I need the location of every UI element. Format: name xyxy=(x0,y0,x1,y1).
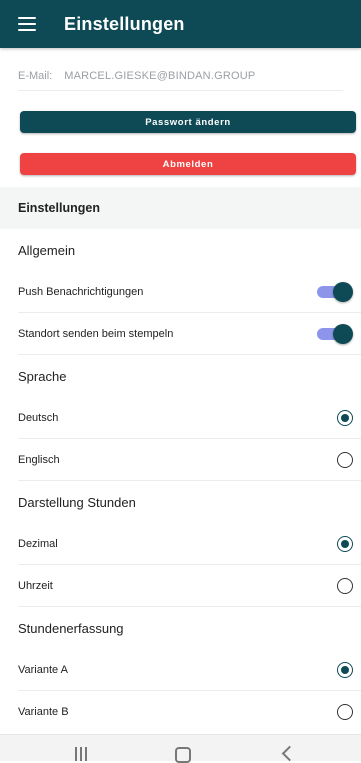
radio-unchecked-icon[interactable] xyxy=(337,578,353,594)
recent-apps-icon[interactable] xyxy=(75,747,89,761)
option-label: Variante B xyxy=(18,706,69,718)
email-value: MARCEL.GIESKE@BINDAN.GROUP xyxy=(64,70,256,82)
option-label: Englisch xyxy=(18,454,60,466)
location-toggle[interactable] xyxy=(317,324,353,344)
group-title-time-tracking: Stundenerfassung xyxy=(18,620,124,636)
radio-checked-icon[interactable] xyxy=(337,536,353,552)
push-notifications-label: Push Benachrichtigungen xyxy=(18,286,144,298)
back-icon[interactable] xyxy=(281,745,298,762)
email-label: E-Mail: xyxy=(18,70,53,82)
home-icon[interactable] xyxy=(175,747,191,763)
settings-list: Allgemein Push Benachrichtigungen Stando… xyxy=(0,229,361,733)
settings-section-header: Einstellungen xyxy=(0,187,361,229)
radio-checked-icon[interactable] xyxy=(337,410,353,426)
group-title-hours-display: Darstellung Stunden xyxy=(18,494,136,510)
toggle-knob xyxy=(333,324,353,344)
option-label: Deutsch xyxy=(18,412,59,424)
location-label: Standort senden beim stempeln xyxy=(18,328,174,340)
location-row[interactable]: Standort senden beim stempeln xyxy=(0,313,361,355)
option-label: Variante A xyxy=(18,664,68,676)
page-title: Einstellungen xyxy=(64,13,185,34)
radio-unchecked-icon[interactable] xyxy=(337,452,353,468)
toggle-knob xyxy=(333,282,353,302)
tracking-option-b[interactable]: Variante B xyxy=(0,691,361,733)
radio-checked-icon[interactable] xyxy=(337,662,353,678)
section-header-label: Einstellungen xyxy=(18,201,100,215)
push-notifications-toggle[interactable] xyxy=(317,282,353,302)
hours-option-decimal[interactable]: Dezimal xyxy=(0,523,361,565)
logout-button[interactable]: Abmelden xyxy=(20,153,356,175)
menu-icon[interactable] xyxy=(18,17,36,31)
system-nav-bar xyxy=(0,734,361,763)
tracking-option-a[interactable]: Variante A xyxy=(0,649,361,691)
option-label: Uhrzeit xyxy=(18,580,53,592)
email-row: E-Mail: MARCEL.GIESKE@BINDAN.GROUP xyxy=(18,62,343,91)
push-notifications-row[interactable]: Push Benachrichtigungen xyxy=(0,271,361,313)
group-title-language: Sprache xyxy=(18,368,67,384)
radio-unchecked-icon[interactable] xyxy=(337,704,353,720)
language-option-german[interactable]: Deutsch xyxy=(0,397,361,439)
group-title-general: Allgemein xyxy=(18,242,76,258)
language-option-english[interactable]: Englisch xyxy=(0,439,361,481)
hours-option-clock[interactable]: Uhrzeit xyxy=(0,565,361,607)
option-label: Dezimal xyxy=(18,538,58,550)
change-password-button[interactable]: Passwort ändern xyxy=(20,111,356,133)
app-bar: Einstellungen xyxy=(0,0,361,48)
